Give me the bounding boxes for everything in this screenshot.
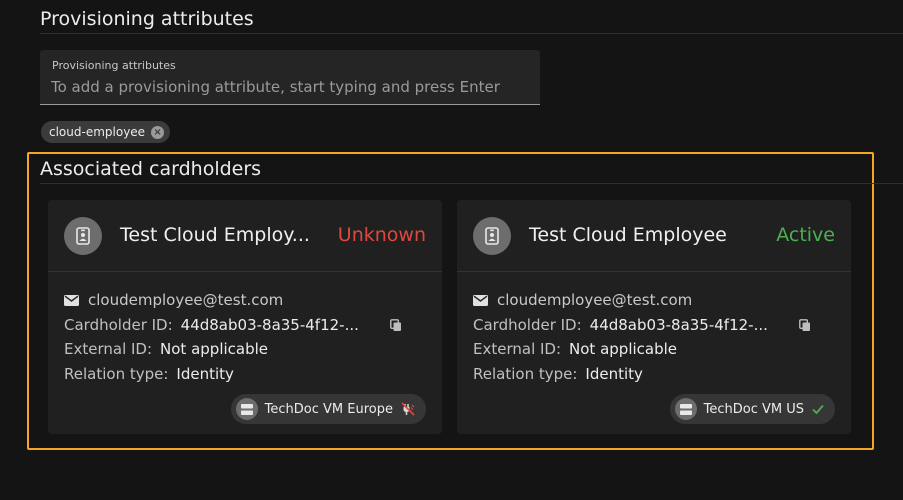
section-divider (40, 183, 903, 184)
checkmark-icon (812, 404, 824, 415)
chip-label: cloud-employee (49, 125, 146, 139)
card-header: Test Cloud Employee Active (457, 200, 851, 272)
server-name: TechDoc VM Europe (264, 401, 393, 417)
cardholder-id-row: Cardholder ID: 44d8ab03-8a35-4f12-... (473, 313, 835, 338)
relation-type-value: Identity (176, 364, 234, 383)
server-badge[interactable]: TechDoc VM US (669, 394, 835, 424)
cardholder-id-label: Cardholder ID: (473, 315, 582, 334)
id-badge-icon (64, 217, 102, 255)
email-row: cloudemployee@test.com (64, 288, 426, 313)
provisioning-section-title: Provisioning attributes (40, 8, 254, 30)
cardholder-name[interactable]: Test Cloud Employee (529, 224, 727, 246)
relation-type-value: Identity (585, 364, 643, 383)
external-id-label: External ID: (473, 340, 562, 359)
provisioning-chip: cloud-employee × (41, 121, 171, 143)
status-badge: Unknown (337, 224, 426, 246)
relation-type-row: Relation type: Identity (64, 362, 426, 387)
card-details: cloudemployee@test.com Cardholder ID: 44… (473, 288, 835, 386)
relation-type-row: Relation type: Identity (473, 362, 835, 387)
mail-icon (473, 294, 488, 306)
card-header: Test Cloud Employ... Unknown (48, 200, 442, 272)
external-id-row: External ID: Not applicable (473, 337, 835, 362)
email-value: cloudemployee@test.com (497, 291, 693, 310)
cardholder-id-value: 44d8ab03-8a35-4f12-... (589, 315, 768, 334)
external-id-value: Not applicable (160, 340, 269, 359)
relation-type-label: Relation type: (473, 364, 578, 383)
server-name: TechDoc VM US (703, 401, 804, 417)
provisioning-attributes-field[interactable]: Provisioning attributes (40, 50, 540, 105)
cardholder-name[interactable]: Test Cloud Employ... (120, 224, 310, 246)
cardholder-id-label: Cardholder ID: (64, 315, 173, 334)
external-id-value: Not applicable (569, 340, 678, 359)
server-icon (235, 398, 258, 420)
copy-icon[interactable] (799, 319, 811, 332)
close-circle-icon[interactable]: × (151, 125, 165, 139)
cardholder-id-row: Cardholder ID: 44d8ab03-8a35-4f12-... (64, 313, 426, 338)
copy-icon[interactable] (390, 319, 402, 332)
relation-type-label: Relation type: (64, 364, 169, 383)
cardholder-id-value: 44d8ab03-8a35-4f12-... (180, 315, 359, 334)
server-icon (674, 398, 697, 420)
cardholder-card[interactable]: Test Cloud Employee Active cloudemployee… (457, 200, 851, 434)
associated-section-title: Associated cardholders (40, 158, 262, 180)
external-id-label: External ID: (64, 340, 153, 359)
mail-icon (64, 294, 79, 306)
status-badge: Active (776, 224, 835, 246)
card-details: cloudemployee@test.com Cardholder ID: 44… (64, 288, 426, 386)
server-badge[interactable]: TechDoc VM Europe (230, 394, 426, 424)
provisioning-field-label: Provisioning attributes (52, 59, 176, 72)
disconnected-plug-icon (401, 402, 415, 416)
email-value: cloudemployee@test.com (88, 291, 284, 310)
email-row: cloudemployee@test.com (473, 288, 835, 313)
section-divider (40, 33, 903, 34)
provisioning-attributes-input[interactable] (51, 76, 521, 98)
cardholder-card[interactable]: Test Cloud Employ... Unknown cloudemploy… (48, 200, 442, 434)
id-badge-icon (473, 217, 511, 255)
external-id-row: External ID: Not applicable (64, 337, 426, 362)
